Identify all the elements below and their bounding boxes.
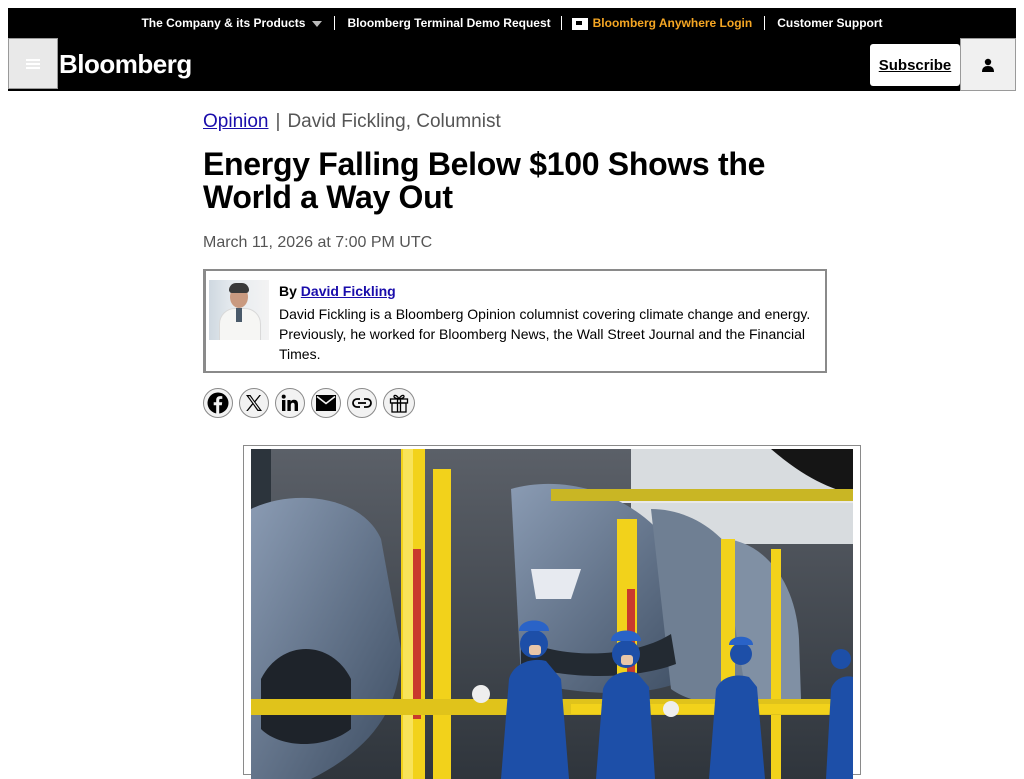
bloomberg-logo[interactable]: Bloomberg [59,49,192,80]
article-headline: Energy Falling Below $100 Shows the Worl… [203,146,766,215]
byline-name: David Fickling, Columnist [287,111,501,132]
author-name-link[interactable]: David Fickling [301,283,396,299]
factory-assembly-line-illustration [251,449,853,779]
copy-link-button[interactable] [347,388,377,418]
top-navigation: The Company & its Products Bloomberg Ter… [8,8,1016,38]
anywhere-login-link[interactable]: Bloomberg Anywhere Login [571,16,752,30]
author-byline: By David Fickling [279,283,396,299]
site-header: The Company & its Products Bloomberg Ter… [8,8,1016,91]
divider: | [275,111,281,132]
opinion-section-link[interactable]: Opinion [203,111,269,132]
author-photo [209,280,269,340]
facebook-icon [207,392,229,414]
x-icon [246,395,262,411]
hamburger-icon [26,58,40,69]
gift-article-button[interactable] [383,388,415,418]
account-button[interactable] [960,38,1016,91]
subscribe-button[interactable]: Subscribe [870,44,960,86]
chevron-down-icon [312,20,323,27]
linkedin-icon [281,394,298,411]
publish-date: March 11, 2026 at 7:00 PM UTC [203,234,433,251]
user-icon [982,58,994,72]
author-bio: David Fickling is a Bloomberg Opinion co… [279,306,811,362]
link-icon [352,398,372,408]
author-card: By David Fickling David Fickling is a Bl… [203,269,827,373]
hero-image-frame [243,445,861,779]
divider [560,16,562,30]
divider [764,16,766,30]
gift-icon [389,394,409,413]
email-icon [316,395,336,411]
menu-button[interactable] [8,38,58,89]
terminal-demo-link[interactable]: Bloomberg Terminal Demo Request [347,16,550,30]
company-products-link[interactable]: The Company & its Products [141,16,323,30]
customer-support-link[interactable]: Customer Support [777,16,882,30]
share-x-button[interactable] [239,388,269,418]
divider [334,16,336,30]
share-email-button[interactable] [311,388,341,418]
hero-image [251,449,853,779]
share-facebook-button[interactable] [203,388,233,418]
terminal-icon [571,17,588,30]
share-toolbar [203,388,421,418]
article-kicker: Opinion | David Fickling, Columnist [203,111,501,133]
share-linkedin-button[interactable] [275,388,305,418]
